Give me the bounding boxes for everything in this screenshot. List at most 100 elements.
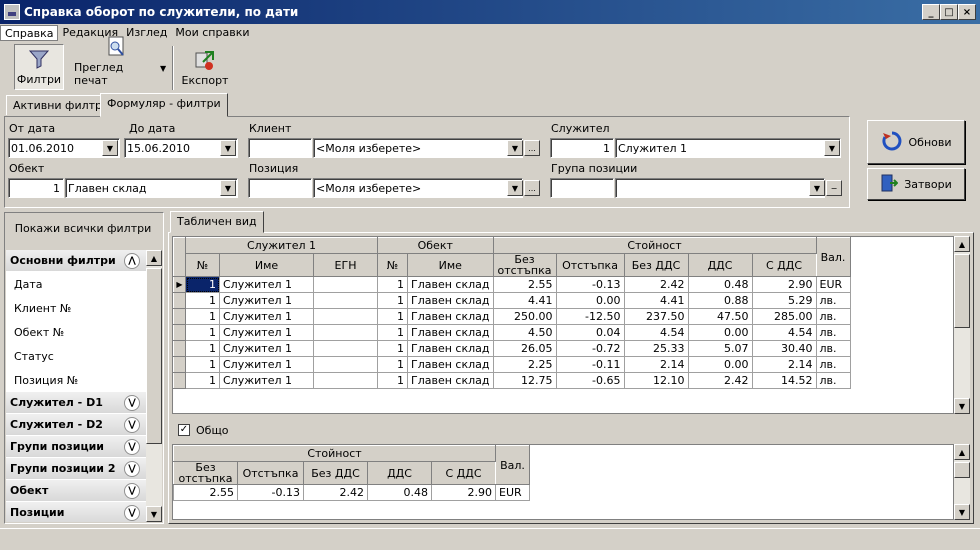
group-positions[interactable]: Позиции ⋁: [6, 502, 146, 522]
table-row[interactable]: 1 Служител 1 1 Главен склад 4.50 0.04 4.54 0.00…: [173, 324, 851, 341]
col-currency[interactable]: Вал.: [815, 237, 851, 277]
table-cell[interactable]: -0.72: [555, 340, 625, 357]
chevron-down-icon[interactable]: ⋁: [124, 439, 140, 455]
scroll-down-icon[interactable]: ▼: [954, 398, 970, 414]
chevron-down-icon[interactable]: ⋁: [124, 417, 140, 433]
table-cell[interactable]: Служител 1: [219, 324, 314, 341]
col-with-vat[interactable]: С ДДС: [751, 253, 817, 277]
table-cell[interactable]: [313, 292, 378, 309]
total-checkbox[interactable]: ✓: [178, 424, 190, 436]
table-cell[interactable]: -0.13: [237, 484, 304, 501]
table-cell[interactable]: Служител 1: [219, 356, 314, 373]
table-cell[interactable]: 4.41: [623, 292, 689, 309]
table-cell[interactable]: 5.29: [751, 292, 817, 309]
close-window-button[interactable]: ×: [958, 4, 976, 20]
table-cell[interactable]: Главен склад: [407, 372, 494, 389]
table-cell[interactable]: 2.42: [687, 372, 753, 389]
table-cell[interactable]: 1: [377, 356, 408, 373]
table-cell[interactable]: EUR: [495, 484, 530, 501]
close-button[interactable]: Затвори: [867, 168, 965, 200]
col-obj-no[interactable]: №: [377, 253, 408, 277]
col-group-object[interactable]: Обект: [377, 237, 494, 254]
chevron-down-icon[interactable]: ⋁: [124, 505, 140, 521]
position-id-field[interactable]: [248, 178, 312, 198]
position-group-select[interactable]: [615, 178, 825, 198]
filter-item-object-no[interactable]: Обект №: [6, 320, 146, 344]
client-id-field[interactable]: [248, 138, 312, 158]
row-indicator[interactable]: [173, 292, 186, 309]
chevron-down-icon[interactable]: ⋁: [124, 395, 140, 411]
chevron-down-icon[interactable]: ▼: [809, 180, 825, 196]
table-cell[interactable]: Главен склад: [407, 340, 494, 357]
table-cell[interactable]: 2.42: [303, 484, 368, 501]
table-cell[interactable]: 4.54: [623, 324, 689, 341]
object-select[interactable]: Главен склад: [65, 178, 238, 198]
object-id-field[interactable]: 1: [8, 178, 64, 198]
table-cell[interactable]: 47.50: [687, 308, 753, 325]
table-cell[interactable]: 0.04: [555, 324, 625, 341]
table-cell[interactable]: лв.: [815, 324, 851, 341]
table-cell[interactable]: 237.50: [623, 308, 689, 325]
table-cell[interactable]: -0.13: [555, 276, 625, 293]
col-vat[interactable]: ДДС: [687, 253, 753, 277]
table-cell[interactable]: 2.55: [173, 484, 238, 501]
col-no-discount[interactable]: Без отстъпка: [492, 253, 557, 277]
table-cell[interactable]: Служител 1: [219, 308, 314, 325]
chevron-down-icon[interactable]: ⋁: [124, 461, 140, 477]
minimize-button[interactable]: _: [922, 4, 940, 20]
col-emp-no[interactable]: №: [185, 253, 220, 277]
table-cell[interactable]: EUR: [815, 276, 851, 293]
table-cell[interactable]: -0.65: [555, 372, 625, 389]
totals-row[interactable]: 2.55 -0.13 2.42 0.48 2.90 EUR: [173, 484, 530, 501]
table-cell[interactable]: 1: [185, 276, 220, 293]
scroll-up-icon[interactable]: ▲: [146, 250, 162, 266]
table-cell[interactable]: [313, 324, 378, 341]
table-cell[interactable]: 0.00: [687, 324, 753, 341]
table-cell[interactable]: 1: [377, 372, 408, 389]
col-no-vat[interactable]: Без ДДС: [623, 253, 689, 277]
col-discount[interactable]: Отстъпка: [555, 253, 625, 277]
menu-my-reports[interactable]: Мои справки: [171, 25, 253, 41]
row-indicator[interactable]: [173, 372, 186, 389]
position-select[interactable]: <Моля изберете>: [313, 178, 523, 198]
chevron-down-icon[interactable]: ▼: [507, 140, 523, 156]
table-cell[interactable]: 1: [377, 324, 408, 341]
totals-col-no-discount[interactable]: Без отстъпка: [173, 461, 238, 485]
table-cell[interactable]: 0.00: [555, 292, 625, 309]
group-position-groups[interactable]: Групи позиции ⋁: [6, 436, 146, 458]
table-cell[interactable]: 12.10: [623, 372, 689, 389]
table-cell[interactable]: 2.90: [751, 276, 817, 293]
table-cell[interactable]: 0.88: [687, 292, 753, 309]
scroll-down-icon[interactable]: ▼: [146, 506, 162, 522]
table-row[interactable]: ▶ 1 Служител 1 1 Главен склад 2.55 -0.13 2.42 0.…: [173, 276, 851, 293]
position-group-id-field[interactable]: [550, 178, 614, 198]
table-row[interactable]: 1 Служител 1 1 Главен склад 12.75 -0.65 12.10 2…: [173, 372, 851, 389]
table-cell[interactable]: -0.11: [555, 356, 625, 373]
print-preview-dropdown-icon[interactable]: ▼: [160, 64, 166, 73]
table-cell[interactable]: 2.14: [623, 356, 689, 373]
refresh-button[interactable]: Обнови: [867, 120, 965, 164]
table-cell[interactable]: 1: [377, 276, 408, 293]
table-cell[interactable]: 1: [185, 372, 220, 389]
main-filters-header[interactable]: Основни филтри ⋀: [6, 250, 146, 272]
scroll-thumb[interactable]: [146, 268, 162, 444]
filter-item-date[interactable]: Дата: [6, 272, 146, 296]
table-cell[interactable]: 14.52: [751, 372, 817, 389]
table-cell[interactable]: лв.: [815, 372, 851, 389]
row-indicator[interactable]: [173, 324, 186, 341]
totals-col-with-vat[interactable]: С ДДС: [431, 461, 496, 485]
chevron-down-icon[interactable]: ▼: [507, 180, 523, 196]
table-cell[interactable]: 1: [185, 356, 220, 373]
scroll-up-icon[interactable]: ▲: [954, 444, 970, 460]
table-cell[interactable]: 1: [377, 340, 408, 357]
totals-scrollbar[interactable]: ▲ ▼: [954, 444, 970, 520]
totals-col-discount[interactable]: Отстъпка: [237, 461, 304, 485]
table-row[interactable]: 1 Служител 1 1 Главен склад 26.05 -0.72 25.33 5…: [173, 340, 851, 357]
employee-select[interactable]: Служител 1: [615, 138, 841, 158]
table-cell[interactable]: 285.00: [751, 308, 817, 325]
table-cell[interactable]: 0.48: [687, 276, 753, 293]
menu-view[interactable]: Изглед: [122, 25, 171, 41]
totals-col-group-value[interactable]: Стойност: [173, 445, 496, 462]
table-cell[interactable]: Служител 1: [219, 340, 314, 357]
chevron-down-icon[interactable]: ▼: [220, 140, 236, 156]
